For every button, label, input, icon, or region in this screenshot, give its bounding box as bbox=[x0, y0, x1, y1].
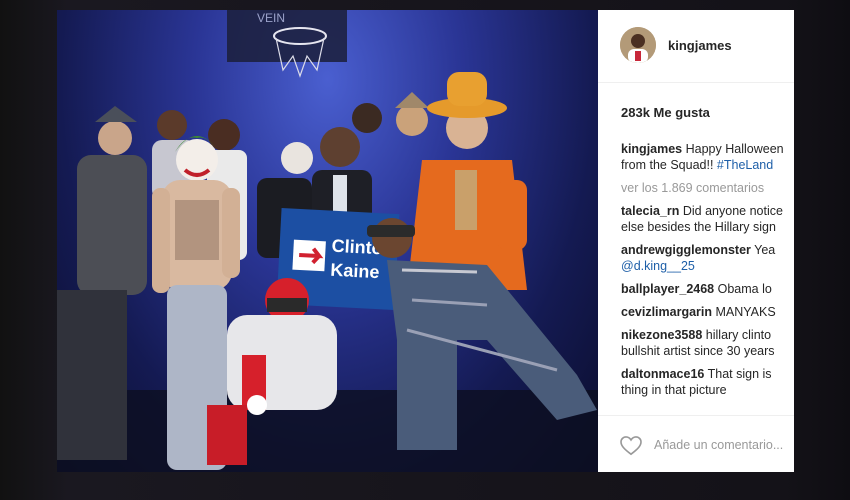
comment-username[interactable]: daltonmace16 bbox=[621, 367, 704, 381]
comment: andrewgigglemonster Yea @d.king__25 bbox=[621, 242, 794, 274]
comment-text: Obama lo bbox=[717, 282, 772, 296]
comment-text-cont: else besides the Hillary sign bbox=[621, 220, 776, 234]
caption-username[interactable]: kingjames bbox=[621, 142, 682, 156]
post-header: kingjames bbox=[598, 10, 794, 83]
post-sidebar: kingjames 283k Me gusta kingjames Happy … bbox=[598, 10, 794, 472]
caption-text-2: from the Squad!! bbox=[621, 158, 714, 172]
caption-text-1: Happy Halloween bbox=[685, 142, 784, 156]
photo-illustration: VEIN Clinton Kaine bbox=[57, 10, 598, 472]
comment-text: hillary clinto bbox=[705, 328, 772, 342]
comment: cevizlimargarin MANYAKS bbox=[621, 304, 794, 320]
comment-text-cont: thing in that picture bbox=[621, 383, 727, 397]
avatar[interactable] bbox=[620, 27, 656, 63]
caption: kingjames Happy Halloween from the Squad… bbox=[621, 141, 794, 173]
comment-text: Did anyone notice bbox=[682, 204, 783, 218]
likes-count[interactable]: 283k Me gusta bbox=[621, 105, 710, 120]
comments-fade bbox=[598, 398, 794, 416]
comment-username[interactable]: ballplayer_2468 bbox=[621, 282, 714, 296]
comment: daltonmace16 That sign is thing in that … bbox=[621, 366, 794, 398]
comment-text: Yea bbox=[754, 243, 776, 257]
view-comments-link[interactable]: ver los 1.869 comentarios bbox=[621, 180, 794, 196]
comment-text: MANYAKS bbox=[715, 305, 776, 319]
comment-text: That sign is bbox=[707, 367, 772, 381]
comment: talecia_rn Did anyone notice else beside… bbox=[621, 203, 794, 235]
svg-text:VEIN: VEIN bbox=[257, 11, 285, 25]
comment: ballplayer_2468 Obama lo bbox=[621, 281, 794, 297]
comment-bar: Añade un comentario... bbox=[598, 415, 794, 472]
caption-hashtag[interactable]: #TheLand bbox=[717, 158, 773, 172]
comment: nikezone3588 hillary clinto bullshit art… bbox=[621, 327, 794, 359]
sign-line-2: Kaine bbox=[330, 260, 380, 283]
comments-list[interactable]: kingjames Happy Halloween from the Squad… bbox=[621, 141, 794, 406]
heart-icon[interactable] bbox=[620, 436, 642, 456]
comment-username[interactable]: talecia_rn bbox=[621, 204, 679, 218]
add-comment-input[interactable]: Añade un comentario... bbox=[654, 438, 783, 452]
comment-username[interactable]: andrewgigglemonster bbox=[621, 243, 751, 257]
comment-mention[interactable]: @d.king__25 bbox=[621, 258, 794, 274]
post-photo[interactable]: VEIN Clinton Kaine bbox=[57, 10, 598, 472]
comment-text-cont: bullshit artist since 30 years bbox=[621, 344, 775, 358]
comment-username[interactable]: cevizlimargarin bbox=[621, 305, 712, 319]
post-username[interactable]: kingjames bbox=[668, 38, 732, 53]
comment-username[interactable]: nikezone3588 bbox=[621, 328, 702, 342]
